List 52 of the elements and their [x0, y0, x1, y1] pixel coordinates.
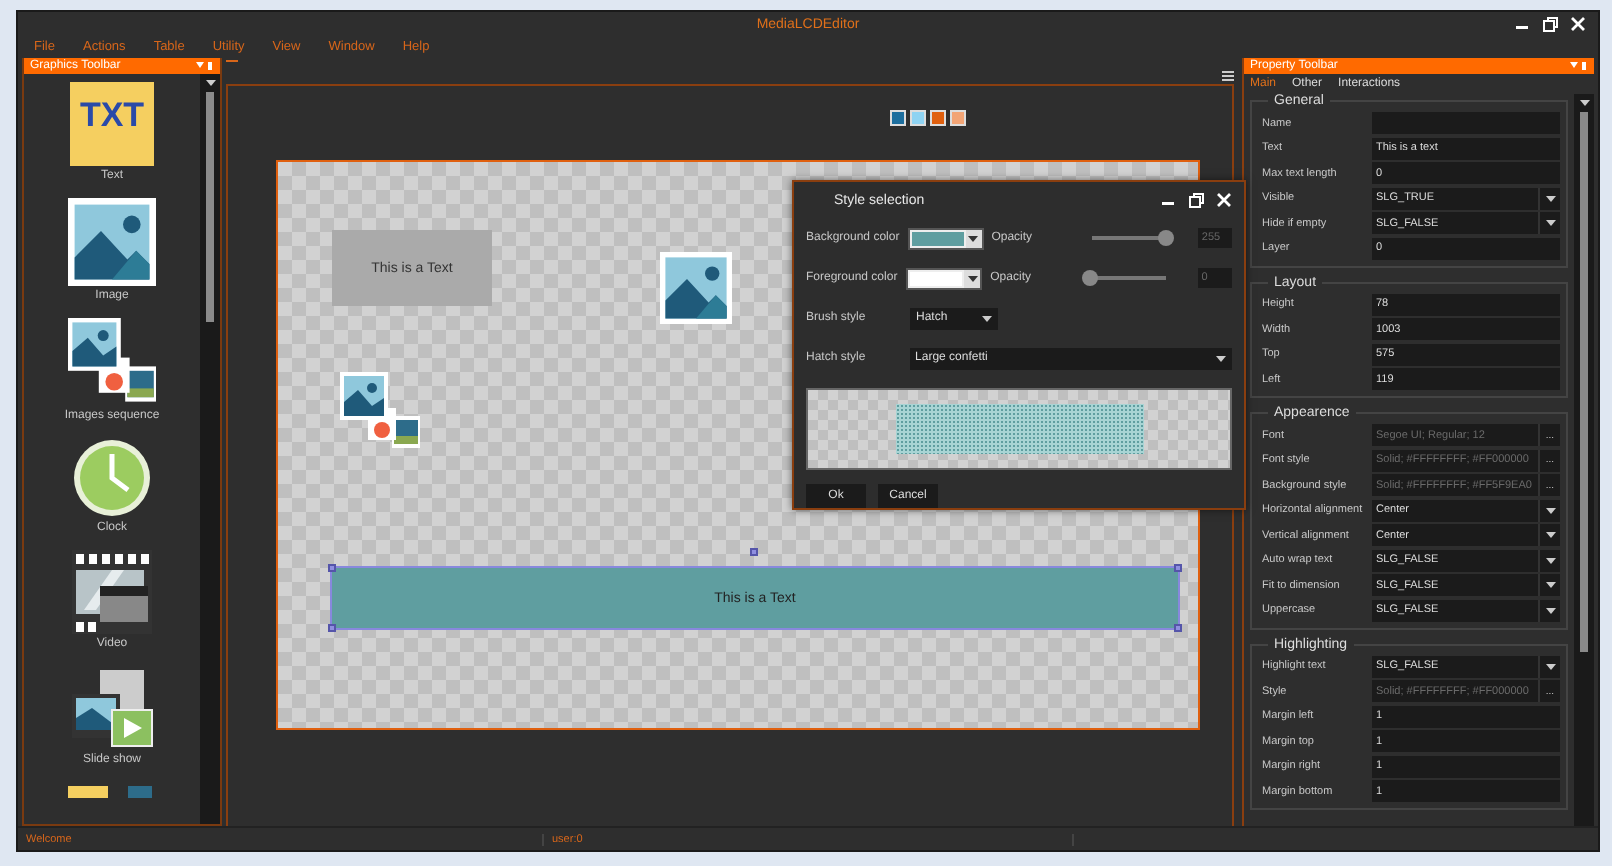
selection-handle[interactable] [328, 564, 336, 572]
tool-icon [68, 782, 156, 798]
dropdown-button[interactable] [1538, 549, 1560, 571]
tool-item[interactable] [68, 782, 156, 798]
image-icon [660, 252, 732, 324]
caret-icon [1545, 195, 1555, 201]
clock-icon [72, 438, 152, 518]
close-icon[interactable] [1216, 192, 1232, 208]
color-picker[interactable] [907, 227, 984, 249]
color-swatch[interactable] [950, 110, 966, 126]
caret-icon [982, 315, 992, 321]
restore-icon[interactable] [1188, 192, 1204, 208]
image-icon [68, 198, 156, 286]
scrollbar[interactable] [200, 74, 220, 824]
caret-icon [1579, 100, 1589, 106]
scrollbar[interactable] [1574, 94, 1594, 826]
dropdown-button[interactable] [1538, 212, 1560, 234]
caret-icon [968, 235, 979, 241]
video-icon [72, 550, 152, 634]
text-tool-icon: TXT [70, 82, 154, 166]
dropdown-button[interactable] [1538, 524, 1560, 546]
menu-icon[interactable] [1222, 70, 1234, 82]
color-swatch[interactable] [910, 110, 926, 126]
selection-handle[interactable] [1174, 564, 1182, 572]
pin-icon[interactable] [194, 60, 214, 72]
caret-icon [967, 275, 978, 281]
caret-icon [205, 80, 215, 86]
pin-icon[interactable] [1568, 60, 1588, 72]
caret-icon [1216, 355, 1226, 361]
caret-icon [1545, 582, 1555, 588]
color-picker[interactable] [905, 267, 983, 289]
caret-icon [1545, 663, 1555, 669]
selection-handle[interactable] [1174, 624, 1182, 632]
color-swatch[interactable] [890, 110, 906, 126]
dropdown-button[interactable] [1538, 599, 1560, 621]
restore-icon[interactable] [1542, 16, 1558, 32]
dropdown-button[interactable] [1538, 574, 1560, 596]
caret-icon [1545, 220, 1555, 226]
caret-icon [1545, 557, 1555, 563]
caret-icon [1545, 607, 1555, 613]
selection-handle[interactable] [328, 624, 336, 632]
color-swatch[interactable] [930, 110, 946, 126]
images-icon [340, 372, 420, 452]
dropdown-button[interactable] [1538, 499, 1560, 521]
caret-icon [1545, 507, 1555, 513]
selection-handle[interactable] [750, 548, 758, 556]
pin-icon[interactable] [226, 58, 238, 66]
caret-icon [1545, 532, 1555, 538]
dropdown-button[interactable] [1538, 655, 1560, 677]
dropdown-button[interactable] [1538, 187, 1560, 209]
close-icon[interactable] [1570, 16, 1586, 32]
images-icon [68, 318, 156, 406]
